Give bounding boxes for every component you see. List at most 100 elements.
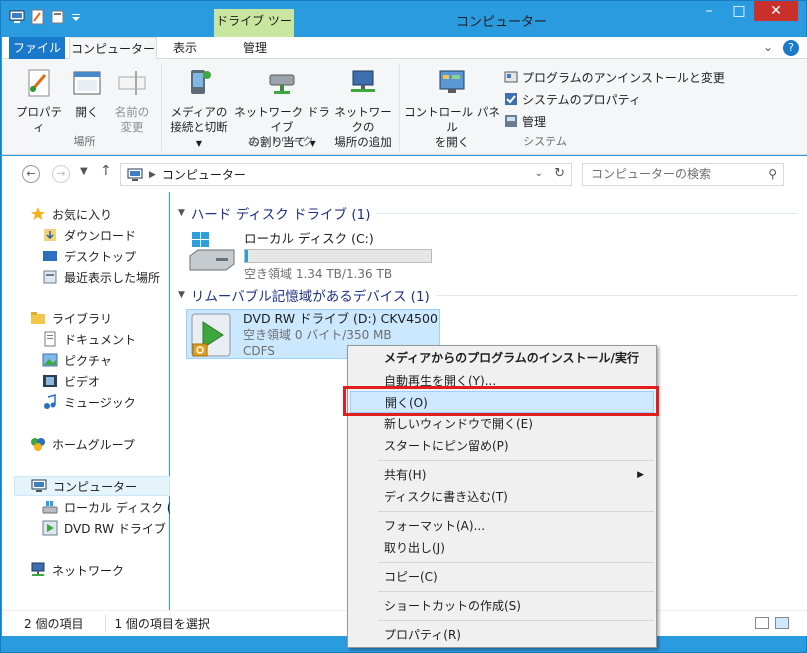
hard-drive-icon [42,501,58,514]
network-icon [31,562,45,576]
forward-button[interactable]: → [52,165,70,183]
menu-item-share[interactable]: 共有(H) ▶ [350,464,654,486]
menu-separator [378,511,654,512]
large-icons-view-icon[interactable] [775,617,789,629]
tab-computer[interactable]: コンピューター [69,37,157,60]
hdd-section-header[interactable]: ▼ ハード ディスク ドライブ (1) [178,203,798,223]
up-icon[interactable]: ↑ [100,163,112,179]
nav-network[interactable]: ネットワーク [30,560,124,580]
nav-documents[interactable]: ドキュメント [42,329,136,349]
local-disk-tile[interactable]: ローカル ディスク (C:) 空き領域 1.34 TB/1.36 TB [188,228,432,282]
dvd-drive-icon [42,520,58,536]
view-toggle [755,617,789,629]
dvd-drive-name: DVD RW ドライブ (D:) CKV4500 [243,311,438,326]
menu-item-format[interactable]: フォーマット(A)... [350,515,654,537]
collapse-chevron-icon: ▼ [178,290,185,300]
hdd-section-title: ハード ディスク ドライブ (1) [190,207,371,223]
window-controls: – □ ✕ [694,1,798,21]
open-window-icon [73,71,101,95]
nav-dvd-drive-label: DVD RW ドライブ (D [64,521,184,536]
menu-item-copy[interactable]: コピー(C) [350,566,654,588]
nav-desktop-label: デスクトップ [64,249,137,264]
nav-dvd-drive[interactable]: DVD RW ドライブ (D [42,518,184,538]
programs-icon [504,71,518,83]
nav-libraries[interactable]: ライブラリ [30,308,112,328]
computer-icon[interactable] [9,9,25,25]
help-icon[interactable]: ? [783,40,799,56]
nav-desktop[interactable]: デスクトップ [42,246,136,266]
tab-file[interactable]: ファイル [9,37,65,59]
rename-button[interactable]: 名前の 変更 [110,67,154,135]
menu-item-share-label: 共有(H) [384,468,427,482]
rename-label-1: 名前の [114,105,150,119]
refresh-icon[interactable]: ↻ [554,166,565,181]
new-folder-icon[interactable] [51,9,65,25]
rename-icon [118,71,146,95]
search-icon[interactable]: ⚲ [768,164,777,185]
nav-videos[interactable]: ビデオ [42,371,100,391]
manage-label: 管理 [522,114,547,129]
computer-icon [127,168,143,181]
nav-recent[interactable]: 最近表示した場所 [42,267,160,287]
tab-manage[interactable]: 管理 [215,37,295,59]
location-group: プロパティ 開く 名前の 変更 場所 [8,63,162,151]
nav-homegroup[interactable]: ホームグループ [30,434,135,454]
menu-item-pin-start[interactable]: スタートにピン留め(P) [350,435,654,457]
local-disk-info: ローカル ディスク (C:) 空き領域 1.34 TB/1.36 TB [244,228,432,282]
open-button[interactable]: 開く [68,67,106,120]
properties-icon[interactable] [31,9,45,25]
nav-local-disk[interactable]: ローカル ディスク (C:) [42,497,189,517]
maximize-button[interactable]: □ [724,1,754,21]
nav-libraries-label: ライブラリ [52,311,113,326]
map-drive-label-1: ネットワーク ドライブ [234,105,330,134]
menu-item-eject[interactable]: 取り出し(J) [350,537,654,559]
system-properties-label: システムのプロパティ [522,92,641,107]
media-label-2-text: 接続と切断 [170,120,228,134]
expand-ribbon-icon[interactable]: ⌄ [763,40,773,56]
menu-item-open-new-window[interactable]: 新しいウィンドウで開く(E) [350,413,654,435]
menu-item-properties[interactable]: プロパティ(R) [350,624,654,646]
tab-view[interactable]: 表示 [159,37,211,59]
menu-item-install-from-media[interactable]: メディアからのプログラムのインストール/実行 [350,347,654,369]
back-button[interactable]: ← [22,165,40,183]
nav-computer[interactable]: コンピューター [14,476,170,496]
recent-locations-icon[interactable]: ▼ [80,166,88,177]
network-group: メディアの 接続と切断 ▼ ネットワーク ドライブ の割り当て ▼ ネットワーク… [162,63,400,151]
details-view-icon[interactable] [755,617,769,629]
ribbon-right-controls: ⌄ ? [763,40,799,56]
uninstall-label: プログラムのアンインストールと変更 [522,70,725,85]
menu-separator [378,460,654,461]
customize-qat-icon[interactable] [71,12,81,22]
system-properties-button[interactable]: システムのプロパティ [504,89,641,109]
dvd-autoplay-icon [191,313,231,357]
nav-favorites[interactable]: お気に入り [30,204,112,224]
quick-access-toolbar [9,9,81,25]
menu-item-burn[interactable]: ディスクに書き込む(T) [350,486,654,508]
manage-button[interactable]: 管理 [504,111,546,131]
search-input[interactable]: コンピューターの検索 ⚲ [582,163,784,186]
location-group-label: 場所 [73,135,96,148]
nav-music-label: ミュージック [64,395,136,410]
control-panel-label-1: コントロール パネル [404,105,500,134]
submenu-arrow-icon: ▶ [637,470,644,480]
menu-separator [378,591,654,592]
collapse-chevron-icon: ▼ [178,208,185,218]
hard-drive-icon [189,232,235,271]
breadcrumb[interactable]: コンピューター [162,166,246,183]
nav-music[interactable]: ミュージック [42,392,136,412]
removable-section-header[interactable]: ▼ リムーバブル記憶域があるデバイス (1) [178,285,798,305]
address-bar[interactable]: ▶ コンピューター ⌄ ↻ [120,163,572,186]
minimize-button[interactable]: – [694,1,724,21]
nav-pictures[interactable]: ピクチャ [42,350,112,370]
properties-button[interactable]: プロパティ [16,67,62,135]
uninstall-program-button[interactable]: プログラムのアンインストールと変更 [504,67,725,87]
breadcrumb-separator-icon[interactable]: ▶ [149,170,156,180]
address-dropdown-icon[interactable]: ⌄ [535,168,543,179]
ribbon: プロパティ 開く 名前の 変更 場所 メディアの 接続と切断 ▼ ネットワーク … [2,59,807,155]
nav-downloads[interactable]: ダウンロード [42,225,136,245]
star-icon [31,207,45,220]
menu-item-create-shortcut[interactable]: ショートカットの作成(S) [350,595,654,617]
local-disk-free: 空き領域 1.34 TB/1.36 TB [244,267,393,281]
music-icon [44,394,56,409]
close-button[interactable]: ✕ [754,1,798,21]
